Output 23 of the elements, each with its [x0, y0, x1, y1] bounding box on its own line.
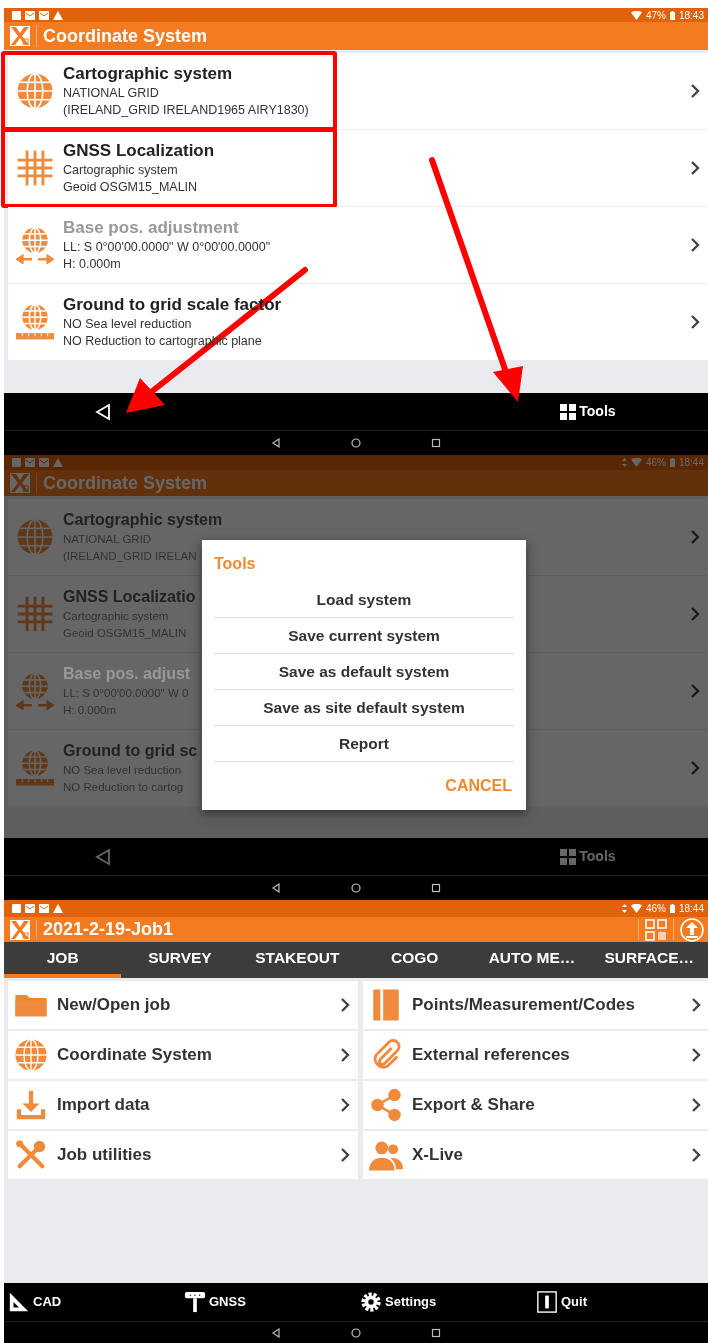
item-title: Cartographic system — [63, 63, 233, 85]
screen-title: Coordinate System — [43, 471, 208, 495]
screen-title: 2021-2-19-Job1 — [43, 918, 174, 941]
item-detail: NO Sea level reduction — [63, 316, 192, 333]
item-title: Base pos. adjustment — [63, 217, 239, 239]
item-detail: (IRELAND_GRID IRELAND1965 AIRY1830) — [63, 102, 309, 119]
battery-level: 47% — [645, 8, 666, 23]
clock: 18:44 — [678, 902, 704, 916]
item-detail: Geoid OSGM15_MALIN — [63, 179, 198, 196]
dialog-title: Tools — [214, 554, 257, 574]
item-detail: Cartographic system — [63, 162, 178, 179]
item-title: Cartographic system — [63, 510, 223, 530]
clock: 18:44 — [678, 456, 704, 470]
item-title: GNSS Localization — [63, 140, 215, 162]
battery-level: 46% — [645, 456, 666, 470]
item-detail: H: 0.000m — [63, 256, 121, 273]
battery-level: 46% — [645, 902, 666, 916]
item-detail: LL: S 0°00'00.0000" W 0°00'00.0000" — [63, 239, 271, 256]
item-detail: NATIONAL GRID — [63, 85, 159, 102]
item-title: Ground to grid sc — [63, 741, 198, 761]
screen-title: Coordinate System — [43, 24, 208, 48]
item-title: GNSS Localizatio — [63, 587, 196, 607]
clock: 18:43 — [678, 8, 704, 23]
